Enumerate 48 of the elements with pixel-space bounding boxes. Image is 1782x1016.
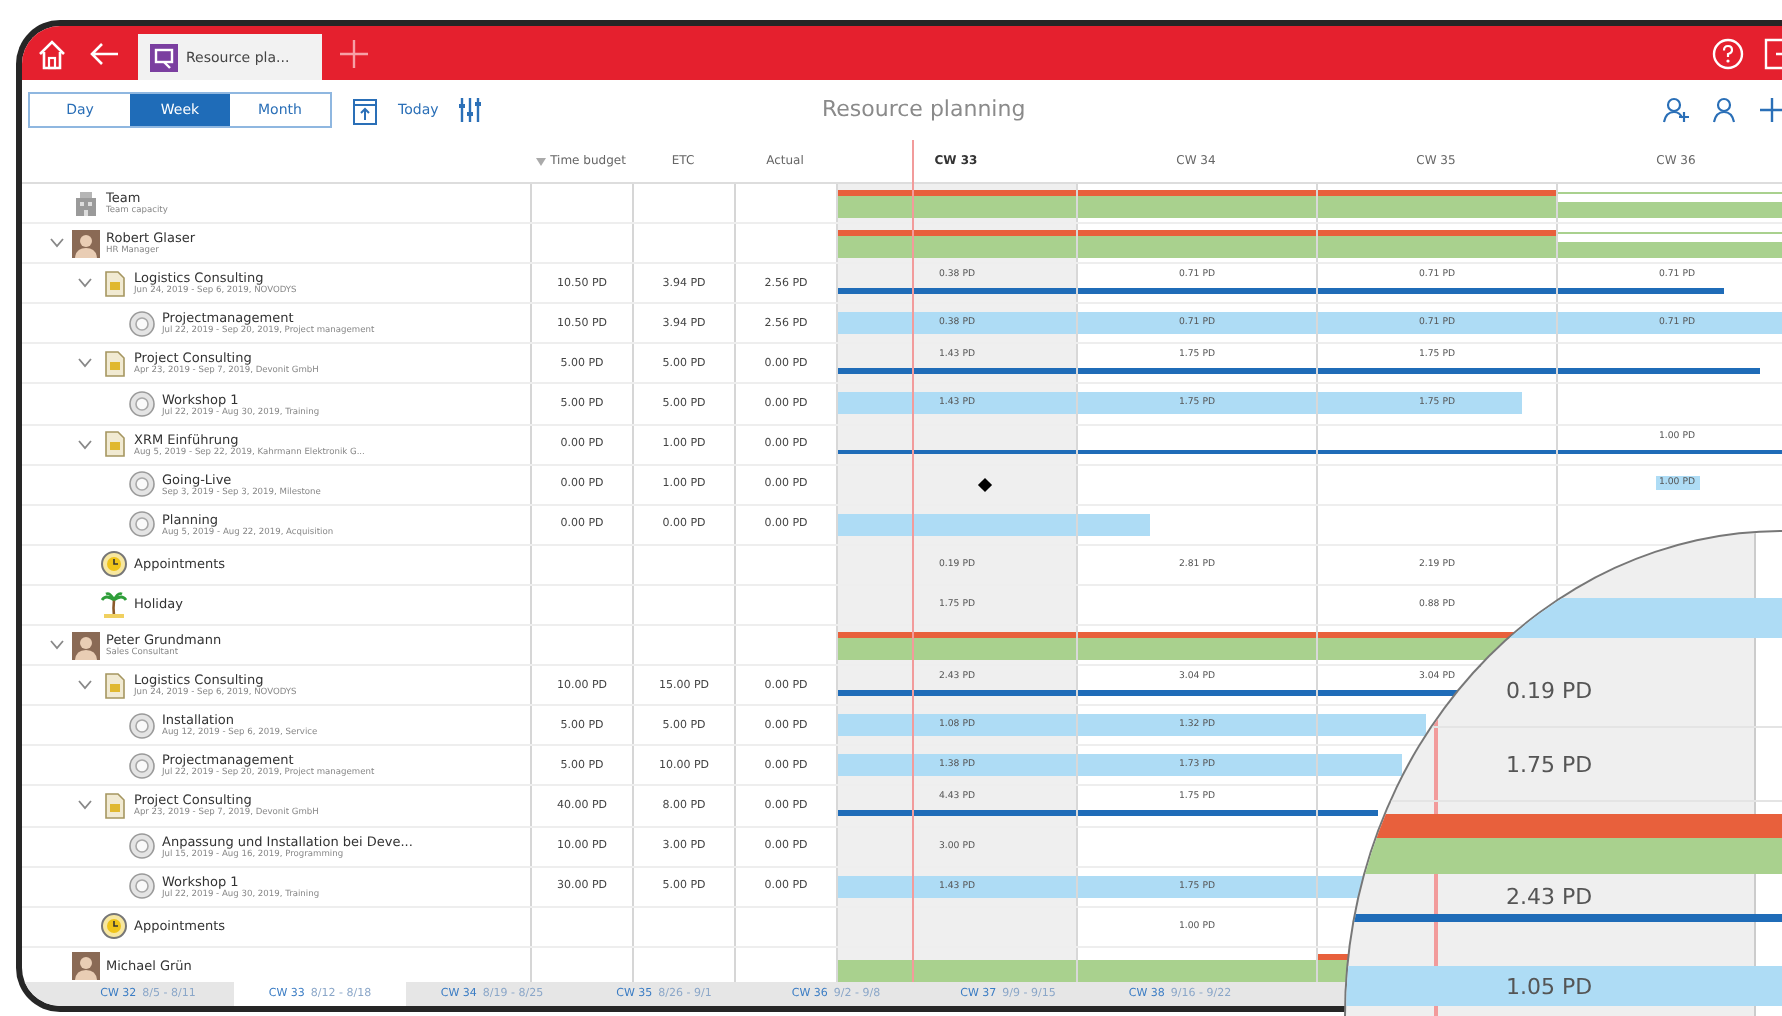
chevron-down-icon[interactable] bbox=[50, 238, 64, 249]
chevron-down-icon[interactable] bbox=[78, 439, 92, 450]
document-icon bbox=[100, 430, 128, 459]
task-circle-icon bbox=[128, 832, 156, 861]
add-icon[interactable] bbox=[1758, 96, 1782, 124]
clock-icon bbox=[100, 912, 128, 941]
document-icon bbox=[100, 269, 128, 298]
task-bar[interactable] bbox=[838, 714, 1076, 737]
task-circle-icon bbox=[128, 751, 156, 780]
task-circle-icon bbox=[128, 872, 156, 901]
task-bar: 1.05 PD bbox=[1346, 966, 1782, 1006]
document-icon bbox=[100, 349, 128, 378]
app-icon bbox=[150, 43, 178, 71]
help-icon[interactable] bbox=[1712, 37, 1744, 69]
effort-label: 1.75 PD bbox=[1346, 728, 1782, 802]
task-bar[interactable] bbox=[1318, 875, 1366, 898]
task-bar[interactable] bbox=[838, 312, 1076, 335]
person-icon[interactable] bbox=[1710, 96, 1738, 124]
chevron-down-icon[interactable] bbox=[78, 358, 92, 369]
task-circle-icon bbox=[128, 711, 156, 740]
page-title: Resource planning bbox=[822, 96, 1026, 122]
task-bar[interactable] bbox=[1558, 312, 1782, 335]
chevron-down-icon[interactable] bbox=[78, 800, 92, 811]
palm-tree-icon bbox=[100, 590, 128, 619]
avatar-icon bbox=[72, 229, 100, 258]
home-icon[interactable] bbox=[34, 35, 70, 71]
document-icon bbox=[100, 791, 128, 820]
add-person-icon[interactable] bbox=[1662, 96, 1690, 124]
task-circle-icon bbox=[128, 390, 156, 419]
chevron-down-icon[interactable] bbox=[78, 680, 92, 691]
task-bar[interactable] bbox=[1078, 714, 1316, 737]
task-bar[interactable] bbox=[838, 754, 1076, 777]
task-bar[interactable] bbox=[838, 875, 1076, 898]
avatar-icon bbox=[72, 952, 100, 981]
task-circle-icon bbox=[128, 309, 156, 338]
team-building-icon bbox=[72, 189, 100, 218]
sliders-icon[interactable] bbox=[458, 98, 483, 122]
chevron-down-icon[interactable] bbox=[50, 640, 64, 651]
task-circle-icon bbox=[128, 470, 156, 499]
effort-label: 2.43 PD bbox=[1506, 884, 1593, 910]
plus-icon[interactable] bbox=[338, 37, 370, 69]
clock-icon bbox=[100, 550, 128, 579]
avatar-icon bbox=[72, 631, 100, 660]
task-bar[interactable] bbox=[838, 392, 1076, 415]
chevron-down-icon[interactable] bbox=[78, 278, 92, 289]
document-icon bbox=[100, 671, 128, 700]
task-bar[interactable] bbox=[1318, 392, 1523, 415]
task-circle-icon bbox=[128, 510, 156, 539]
